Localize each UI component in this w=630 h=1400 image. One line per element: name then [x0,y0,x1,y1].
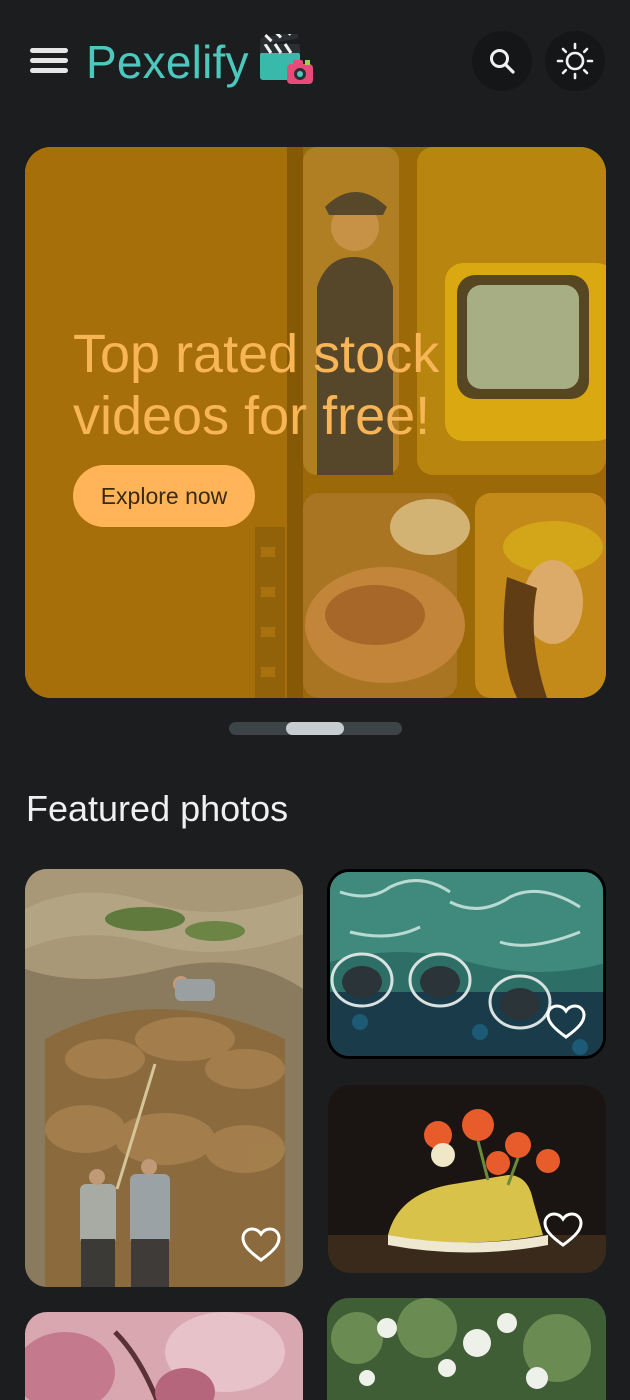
photo-card[interactable] [25,869,303,1287]
hero-title: Top rated stock videos for free! [73,323,493,447]
photo-image [25,1312,303,1400]
photo-card[interactable] [328,1085,606,1273]
heart-outline-icon[interactable] [546,1004,586,1040]
featured-photos-title: Featured photos [26,788,289,829]
photo-card[interactable] [25,1312,303,1400]
carousel-indicator[interactable] [229,722,402,735]
search-icon [490,49,515,74]
photo-card[interactable] [327,1298,606,1400]
app-screen: Pexelify Top rated stock videos for free… [0,0,630,1400]
hero-title-line1: Top rated stock [73,324,440,384]
photo-card[interactable] [327,869,606,1059]
search-button[interactable] [472,31,532,91]
explore-now-button[interactable]: Explore now [73,465,255,527]
app-logo[interactable]: Pexelify [86,32,317,92]
clapperboard-camera-icon [259,34,313,84]
photo-image [25,869,303,1287]
app-name: Pexelify [86,36,249,88]
top-bar: Pexelify [0,0,630,124]
sun-icon [556,42,594,80]
theme-toggle-button[interactable] [545,31,605,91]
hamburger-menu-icon[interactable] [28,44,70,78]
photo-image [327,1298,606,1400]
carousel-active-dot [286,722,344,735]
heart-outline-icon[interactable] [241,1227,281,1263]
hero-title-line2: videos for free! [73,386,431,446]
hero-banner[interactable]: Top rated stock videos for free! Explore… [25,147,606,698]
heart-outline-icon[interactable] [543,1212,583,1248]
